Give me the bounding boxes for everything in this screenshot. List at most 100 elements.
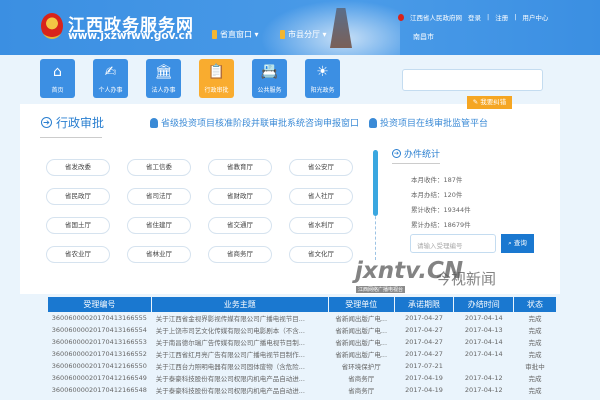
stats-list: 本月收件：187件 本月办结：120件 累计收件：19344件 累计办结：186… [411,173,471,233]
nav-label: 个人办事 [98,87,123,94]
column-header[interactable]: 受理编号 [48,297,151,312]
deadline: 2017-04-19 [405,386,443,394]
table-row[interactable]: 36006000020170412166550 关于江西台力照明电器有限公司固体废… [48,360,556,372]
department-button[interactable]: 省农业厅 [46,246,110,263]
table-row[interactable]: 36006000020170413166554 关于上饶市司艺文化传媒有限公司电影… [48,324,556,336]
department-button[interactable]: 省文化厅 [289,246,353,263]
institution-icon: 🏛 [154,64,173,80]
completed-date: 2017-04-14 [464,350,503,358]
query-button[interactable]: ⌕ 查询 [501,234,534,253]
site-search-input[interactable] [402,69,543,91]
link-text: 投资项目在线审批监管平台 [380,119,489,129]
completed-date: 2017-04-13 [464,326,503,334]
stats-title-text: 办件统计 [404,150,441,160]
nav-home[interactable]: ⌂ 首页 [40,59,75,98]
subject-link[interactable]: 关于上饶市司艺文化传媒有限公司电影剧本（不含... [152,324,328,336]
top-links: 江西省人民政府网 登录 | 注册 | 用户中心 [398,12,548,22]
table-row[interactable]: 36006000020170412166548 关于泰豪科技股份有限公司权限内机电… [48,384,556,396]
nav-sunshine-gov[interactable]: ☀ 阳光政务 [305,59,340,98]
clipboard-check-icon: 📋 [207,64,226,80]
department-button[interactable]: 省财政厅 [208,188,272,205]
sun-icon: ☀ [316,64,329,80]
case-number: 36006000020170413166552 [51,350,147,358]
user-icon [369,117,377,128]
department-button[interactable]: 省民政厅 [46,188,110,205]
subject-link[interactable]: 关于泰豪科技股份有限公司权限内机电产品自动进... [152,372,328,384]
subject-link[interactable]: 关于江西台力照明电器有限公司固体废物（含危险... [152,360,328,372]
gov-link[interactable]: 江西省人民政府网 [410,12,462,22]
department-button[interactable]: 省交通厅 [208,217,272,234]
table-row[interactable]: 36006000020170413166555 关于江西省金视界影视传媒有限公司广… [48,312,556,324]
investment-supervision-link[interactable]: 投资项目在线审批监管平台 [369,116,488,129]
completed-date: 2017-04-14 [464,338,503,346]
provincial-window-dropdown[interactable]: 省直窗口 ▾ [212,29,259,40]
department-button[interactable]: 省工信委 [127,159,191,176]
scrollbar-thumb[interactable] [373,150,378,216]
register-link[interactable]: 注册 [495,12,508,22]
completed-date: 2017-04-14 [464,314,503,322]
department-button[interactable]: 省国土厅 [46,217,110,234]
stat-total-received: 累计收件：19344件 [411,206,471,214]
case-number: 36006000020170413166554 [51,326,147,334]
nav-label: 行政审批 [204,87,229,94]
home-icon: ⌂ [53,64,62,80]
subject-link[interactable]: 关于南昌德尔瑞广告传媒有限公司广播电视节目制... [152,336,328,348]
department-button[interactable]: 省林业厅 [127,246,191,263]
department-button[interactable]: 省水利厅 [289,217,353,234]
contact-book-icon: 📇 [260,64,279,80]
status: 完成 [528,387,542,395]
investment-approval-window-link[interactable]: 省级投资项目核准阶段并联审批系统咨询申报窗口 [150,116,359,129]
case-number-input[interactable]: 请输入受理编号 [410,234,496,253]
link-text: 省级投资项目核准阶段并联审批系统咨询申报窗口 [161,119,360,129]
deadline: 2017-07-21 [405,362,443,370]
department-button[interactable]: 省司法厅 [127,188,191,205]
city-selector[interactable]: 南昌市 [413,32,434,42]
emblem-icon [398,13,404,21]
department: 省商务厅 [348,387,375,395]
dropdown-label: 市县分厅 ▾ [288,30,327,39]
department-button[interactable]: 省发改委 [46,159,110,176]
nav-admin-approval[interactable]: 📋 行政审批 [199,59,234,98]
tower-banner-image [260,0,400,55]
status: 完成 [528,351,542,359]
subject-link[interactable]: 关于江西省红月亮广告有限公司广播电视节目制作... [152,348,328,360]
department-button[interactable]: 省住建厅 [127,217,191,234]
status: 完成 [528,339,542,347]
login-link[interactable]: 登录 [468,12,481,22]
nav-label: 阳光政务 [310,87,335,94]
table-row[interactable]: 36006000020170412166549 关于泰豪科技股份有限公司权限内机电… [48,372,556,384]
column-header[interactable]: 办结时间 [454,297,514,312]
status: 完成 [528,375,542,383]
nav-corporate[interactable]: 🏛 法人办事 [146,59,181,98]
nav-public-service[interactable]: 📇 公共服务 [252,59,287,98]
column-header[interactable]: 承诺期限 [394,297,454,312]
national-emblem-logo [41,13,63,39]
city-county-dropdown[interactable]: 市县分厅 ▾ [280,29,327,40]
department: 省新闻出版广电... [335,339,388,347]
nav-personal[interactable]: ✍ 个人办事 [93,59,128,98]
table-row[interactable]: 36006000020170413166552 关于江西省红月亮广告有限公司广播电… [48,348,556,360]
status: 审批中 [525,363,545,371]
main-nav: ⌂ 首页 ✍ 个人办事 🏛 法人办事 📋 行政审批 📇 公共服务 ☀ 阳光政务 [40,59,340,98]
deadline: 2017-04-27 [405,314,443,322]
column-header[interactable]: 状态 [514,297,556,312]
department-button[interactable]: 省公安厅 [289,159,353,176]
deadline: 2017-04-27 [405,338,443,346]
subject-link[interactable]: 关于江西省金视界影视传媒有限公司广播电视节目... [152,312,328,324]
report-error-button[interactable]: ✎ 我要纠错 [467,96,512,109]
department: 省商务厅 [348,375,375,383]
user-center-link[interactable]: 用户中心 [522,12,548,22]
department-button[interactable]: 省教育厅 [208,159,272,176]
table-row[interactable]: 36006000020170413166553 关于南昌德尔瑞广告传媒有限公司广播… [48,336,556,348]
department: 省环境保护厅 [341,363,381,371]
department-button[interactable]: 省商务厅 [208,246,272,263]
subject-link[interactable]: 关于泰豪科技股份有限公司权限内机电产品自动进... [152,384,328,396]
column-header[interactable]: 业务主题 [151,297,328,312]
column-header[interactable]: 受理单位 [328,297,394,312]
status: 完成 [528,315,542,323]
stat-month-received: 本月收件：187件 [411,176,463,184]
case-number: 36006000020170412166550 [51,362,147,370]
department-button[interactable]: 省人社厅 [289,188,353,205]
arrow-circle-icon: ➔ [392,149,401,158]
department: 省新闻出版广电... [335,315,388,323]
